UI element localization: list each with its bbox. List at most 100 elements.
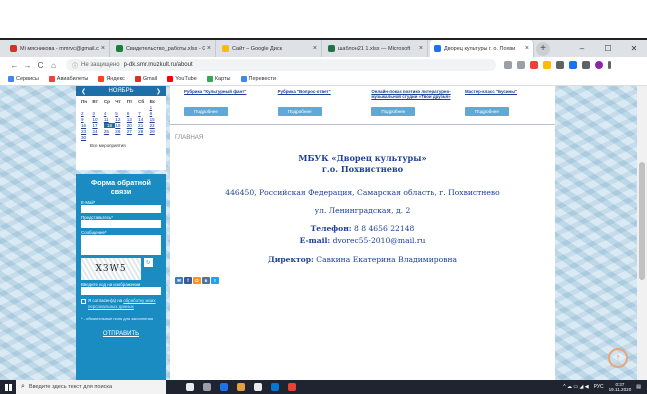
all-events-link[interactable]: Все мероприятия	[76, 140, 166, 148]
card-title[interactable]: Мастер-класс "Бусины"	[465, 89, 545, 105]
share-icon[interactable]: f	[184, 277, 192, 284]
calendar-day[interactable]: 18	[103, 123, 116, 128]
minimize-button[interactable]: –	[569, 40, 595, 57]
reload-icon[interactable]: C	[34, 61, 47, 70]
calendar-day[interactable]: 26	[115, 129, 126, 134]
calendar-day[interactable]: 29	[150, 129, 161, 134]
calendar-day[interactable]: 7	[138, 111, 149, 116]
calendar-day[interactable]: 12	[115, 117, 126, 122]
bookmark-item[interactable]: YouTube	[167, 76, 197, 82]
consent-checkbox[interactable]	[81, 299, 86, 304]
taskbar-app-icon[interactable]	[288, 383, 296, 391]
scroll-to-top-button[interactable]: ↑	[608, 348, 628, 368]
calendar-day[interactable]: 9	[81, 117, 92, 122]
calendar-day[interactable]: 25	[104, 129, 115, 134]
back-icon[interactable]: ←	[8, 61, 21, 70]
more-button[interactable]: Подробнее	[464, 107, 509, 116]
browser-tab[interactable]: шаблон21 1.xlsx — Microsoft ×	[324, 40, 428, 57]
taskbar-app-icon[interactable]	[254, 383, 262, 391]
tab-close-icon[interactable]: ×	[419, 45, 423, 52]
refresh-icon[interactable]: ↻	[144, 258, 153, 267]
menu-icon[interactable]	[608, 61, 611, 69]
tab-close-icon[interactable]: ×	[207, 45, 211, 52]
calendar-day[interactable]: 13	[127, 117, 138, 122]
calendar-day[interactable]: 4	[104, 111, 115, 116]
email-value[interactable]: dvorec55-2010@mail.ru	[333, 236, 426, 245]
bookmark-item[interactable]: Сервисы	[8, 76, 39, 82]
calendar-day[interactable]: 21	[138, 123, 149, 128]
maximize-button[interactable]: ☐	[595, 40, 621, 57]
bookmark-item[interactable]: Яндекс	[98, 76, 125, 82]
close-window-button[interactable]: ✕	[621, 40, 647, 57]
more-button[interactable]: Подробнее	[184, 107, 228, 116]
star-icon[interactable]	[517, 61, 525, 69]
notification-icon[interactable]: ▤	[636, 384, 641, 390]
extension-icon[interactable]	[556, 61, 564, 69]
browser-tab[interactable]: Сайт – Google Диск ×	[218, 40, 322, 57]
calendar-day[interactable]: 14	[138, 117, 149, 122]
forward-icon[interactable]: →	[21, 61, 34, 70]
taskbar-app-icon[interactable]	[237, 383, 245, 391]
breadcrumb[interactable]: ГЛАВНАЯ	[175, 134, 555, 141]
info-icon[interactable]: ⓘ	[72, 61, 78, 70]
share-icon[interactable]: O	[193, 277, 201, 284]
new-tab-button[interactable]: +	[536, 42, 550, 56]
calendar-day[interactable]: 3	[92, 111, 103, 116]
submit-button[interactable]: ОТПРАВИТЬ	[81, 331, 161, 337]
calendar-day[interactable]: 11	[104, 117, 115, 122]
card-title[interactable]: Рубрика "Культурный фант"	[184, 89, 264, 105]
calendar-next-icon[interactable]: ❯	[156, 88, 161, 95]
calendar-day[interactable]: 17	[92, 123, 103, 128]
calendar-day[interactable]: 27	[127, 129, 138, 134]
extension-icon[interactable]	[530, 61, 538, 69]
calendar-day[interactable]: 1	[150, 105, 161, 110]
more-button[interactable]: Подробнее	[277, 107, 322, 116]
bookmark-item[interactable]: Карты	[206, 76, 231, 82]
scrollbar-thumb[interactable]	[639, 162, 645, 280]
bookmark-item[interactable]: Перевести	[240, 76, 276, 82]
page-scrollbar[interactable]	[637, 86, 647, 380]
calendar-day[interactable]: 2	[81, 111, 92, 116]
calendar-day[interactable]: 16	[81, 123, 92, 128]
start-button[interactable]	[0, 380, 16, 394]
share-icon[interactable]: t	[211, 277, 219, 284]
calendar-day[interactable]: 5	[115, 111, 126, 116]
url-input[interactable]: ⓘ Не защищено p-dk.smr.muzkult.ru/about	[66, 59, 496, 71]
taskbar-app-icon[interactable]	[203, 383, 211, 391]
captcha-field[interactable]	[81, 287, 161, 295]
bookmark-item[interactable]: Авиабилеты	[48, 76, 88, 82]
calendar-day[interactable]: 15	[150, 117, 161, 122]
calendar-day[interactable]: 30	[81, 135, 92, 140]
tab-close-icon[interactable]: ×	[101, 45, 105, 52]
clock[interactable]: 0:37 19.11.2020	[609, 382, 632, 393]
calendar-day[interactable]: 8	[150, 111, 161, 116]
calendar-day[interactable]: 6	[127, 111, 138, 116]
taskbar-search[interactable]: ⌕ Введите здесь текст для поиска	[16, 380, 166, 394]
puzzle-icon[interactable]	[582, 61, 590, 69]
calendar-day[interactable]: 19	[115, 123, 126, 128]
more-button[interactable]: Подробнее	[371, 107, 416, 116]
calendar-day[interactable]: 10	[92, 117, 103, 122]
bookmark-item[interactable]: Gmail	[134, 76, 157, 82]
taskbar-app-icon[interactable]	[186, 383, 194, 391]
profile-avatar[interactable]	[595, 61, 603, 69]
extension-icon[interactable]	[569, 61, 577, 69]
calendar-prev-icon[interactable]: ❮	[81, 88, 86, 95]
calendar-day[interactable]: 24	[92, 129, 103, 134]
calendar-day[interactable]: 22	[150, 123, 161, 128]
tray-icons[interactable]: ^ ☁ ▭ ◢ ◀	[563, 384, 588, 390]
taskbar-app-icon[interactable]	[220, 383, 228, 391]
calendar-day[interactable]: 28	[138, 129, 149, 134]
card-title[interactable]: Онлайн-показ поэтико литературно-музыкал…	[371, 89, 451, 105]
extension-icon[interactable]	[543, 61, 551, 69]
card-title[interactable]: Рубрика "Вопрос-ответ"	[278, 89, 358, 105]
share-icon[interactable]: в	[202, 277, 210, 284]
browser-tab[interactable]: Mi мясникова - mmrvc@gmail.com ×	[6, 40, 110, 57]
email-field[interactable]	[81, 205, 161, 213]
browser-tab[interactable]: Дворец культуры г. о. Похви ×	[430, 40, 534, 57]
browser-tab[interactable]: Свидетельство_работы.xlsx - G ×	[112, 40, 216, 57]
message-field[interactable]	[81, 235, 161, 255]
share-icon[interactable]: ✉	[175, 277, 183, 284]
taskbar-app-icon[interactable]	[271, 383, 279, 391]
language-indicator[interactable]: РУС	[594, 384, 604, 390]
